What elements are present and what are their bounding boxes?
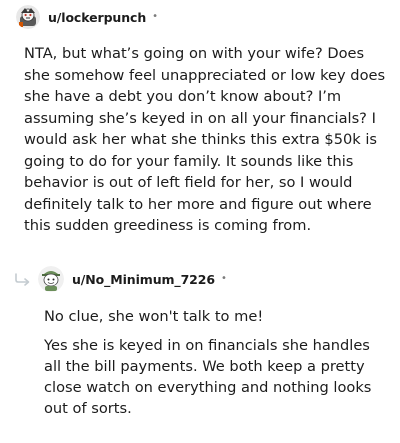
user-avatar-icon[interactable] <box>16 5 40 29</box>
username[interactable]: u/lockerpunch <box>48 10 146 25</box>
comment-body: NTA, but what’s going on with your wife?… <box>24 45 386 234</box>
comment-header: u/lockerpunch • <box>16 5 158 29</box>
reply-header: u/No_Minimum_7226 • <box>38 266 227 292</box>
reply-paragraph: No clue, she won't talk to me! <box>44 308 264 325</box>
user-avatar-icon[interactable] <box>38 266 64 292</box>
reply-arrow-icon <box>15 273 30 286</box>
separator-dot: • <box>152 11 159 22</box>
separator-dot: • <box>220 273 227 284</box>
reply-body: No clue, she won't talk to me! Yes she i… <box>44 306 384 427</box>
reply-username[interactable]: u/No_Minimum_7226 <box>72 272 215 287</box>
reply-paragraph: Yes she is keyed in on financials she ha… <box>44 337 372 417</box>
